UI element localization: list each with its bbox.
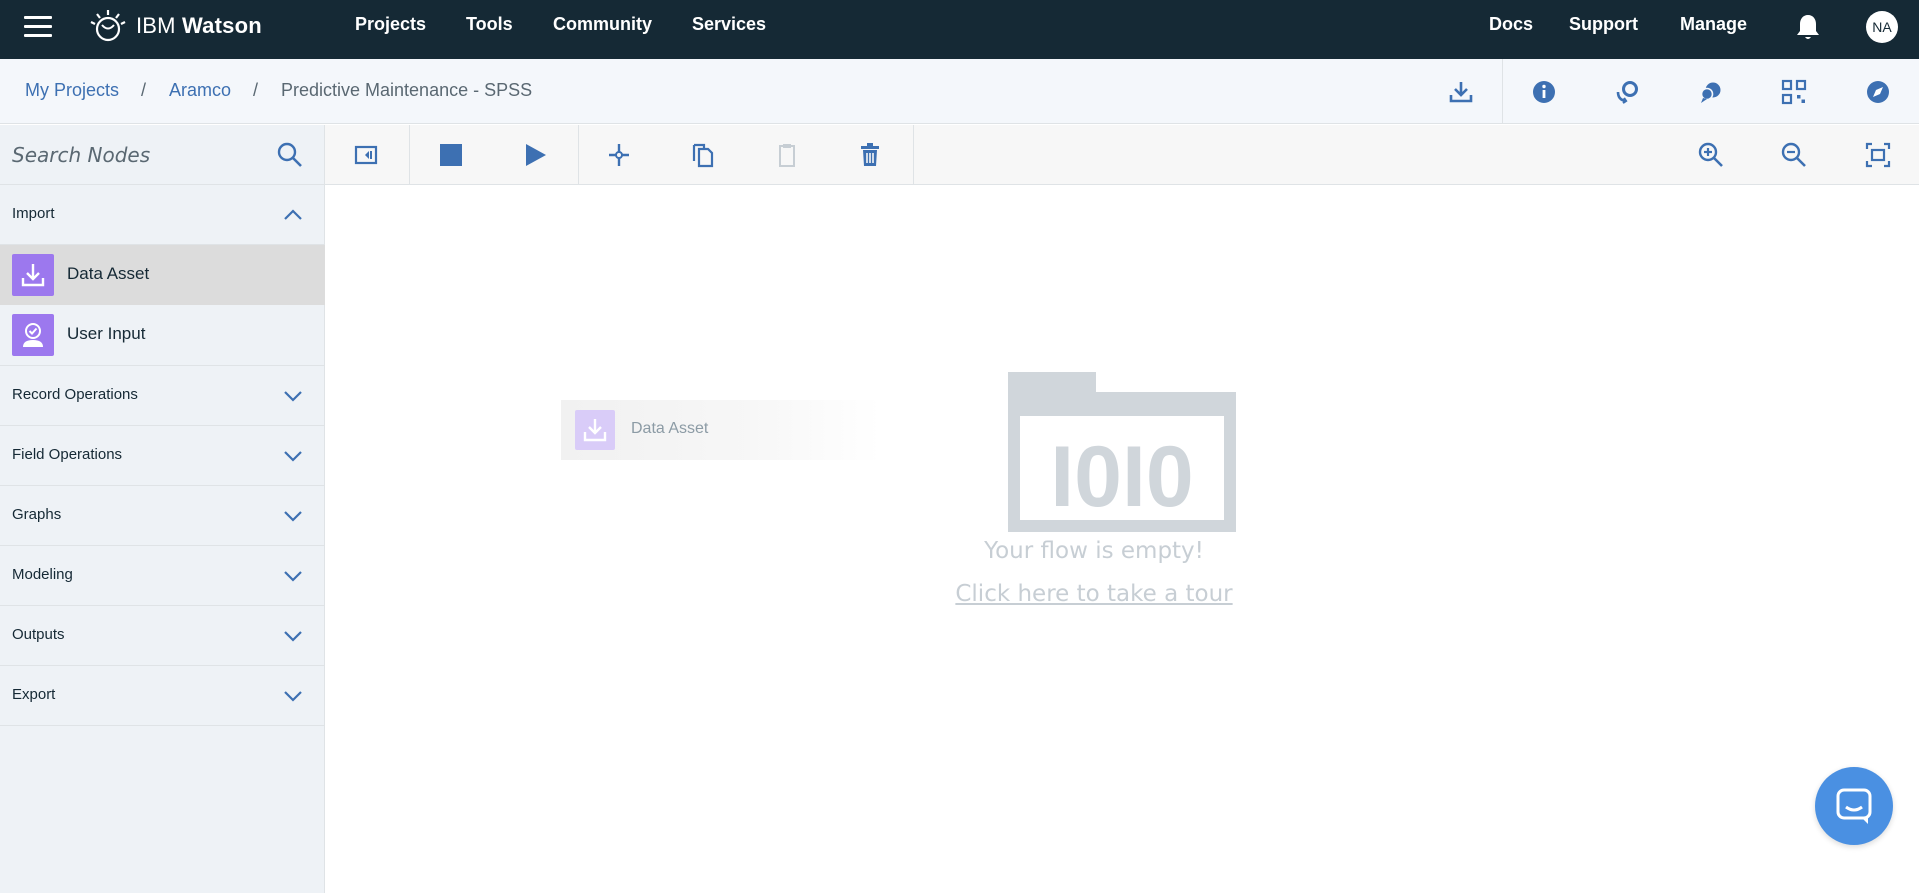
- node-label: User Input: [67, 324, 146, 343]
- zoom-in-icon[interactable]: [1697, 141, 1725, 169]
- user-avatar[interactable]: NA: [1866, 11, 1898, 43]
- download-icon[interactable]: [1447, 78, 1475, 106]
- category-field-operations[interactable]: Field Operations: [0, 426, 325, 486]
- nav-projects[interactable]: Projects: [355, 14, 426, 35]
- category-label: Outputs: [12, 626, 65, 643]
- nav-docs[interactable]: Docs: [1489, 14, 1533, 35]
- model-search-icon[interactable]: [1614, 78, 1642, 106]
- category-record-operations[interactable]: Record Operations: [0, 366, 325, 426]
- ghost-node-label: Data Asset: [631, 420, 709, 437]
- breadcrumb-separator: /: [253, 80, 259, 100]
- toolbar-separator: [913, 125, 914, 185]
- nav-community[interactable]: Community: [553, 14, 652, 35]
- nav-services[interactable]: Services: [692, 14, 766, 35]
- category-label: Export: [12, 686, 56, 703]
- search-nodes-input[interactable]: [12, 137, 262, 173]
- compass-icon[interactable]: [1864, 78, 1892, 106]
- chevron-down-icon: [284, 451, 302, 462]
- import-download-icon: [575, 410, 615, 450]
- watson-logo-icon: [90, 10, 126, 42]
- chat-launcher-button[interactable]: [1815, 767, 1893, 845]
- import-download-icon: [12, 254, 54, 296]
- canvas-toolbar: [325, 125, 1919, 185]
- category-label: Import: [12, 205, 55, 222]
- search-nodes-bar: [0, 125, 325, 185]
- nav-support[interactable]: Support: [1569, 14, 1638, 35]
- brand-text: IBM Watson: [136, 13, 262, 39]
- comments-icon[interactable]: [1697, 78, 1725, 106]
- paste-icon-disabled[interactable]: [773, 141, 801, 169]
- chat-icon: [1836, 788, 1872, 824]
- chevron-down-icon: [284, 691, 302, 702]
- chevron-down-icon: [284, 631, 302, 642]
- info-icon[interactable]: [1530, 78, 1558, 106]
- empty-flow-message: Your flow is empty!: [984, 538, 1204, 564]
- category-outputs[interactable]: Outputs: [0, 606, 325, 666]
- chevron-up-icon: [284, 209, 302, 220]
- chevron-down-icon: [284, 391, 302, 402]
- brand-name: Watson: [182, 13, 262, 38]
- toggle-palette-icon[interactable]: [352, 141, 380, 169]
- breadcrumb-bar: My Projects / Aramco / Predictive Mainte…: [0, 59, 1919, 124]
- chevron-down-icon: [284, 511, 302, 522]
- delete-trash-icon[interactable]: [856, 141, 884, 169]
- breadcrumb-current-flow: Predictive Maintenance - SPSS: [281, 80, 533, 100]
- category-label: Modeling: [12, 566, 73, 583]
- empty-graphic-text: I0I0: [1050, 429, 1193, 525]
- node-data-asset[interactable]: Data Asset: [0, 245, 325, 305]
- cut-scissors-icon[interactable]: [605, 141, 633, 169]
- toolbar-separator: [578, 125, 579, 185]
- copy-icon[interactable]: [689, 141, 717, 169]
- category-graphs[interactable]: Graphs: [0, 486, 325, 546]
- settings-grid-icon[interactable]: [1780, 78, 1808, 106]
- take-tour-link[interactable]: Click here to take a tour: [297, 581, 1891, 607]
- node-palette: Import Data Asset User Input Record Oper…: [0, 125, 325, 893]
- dragged-node-ghost[interactable]: Data Asset: [561, 400, 881, 460]
- top-nav: IBM Watson Projects Tools Community Serv…: [0, 0, 1919, 59]
- toolbar-divider: [1502, 59, 1503, 124]
- node-user-input[interactable]: User Input: [0, 305, 325, 365]
- category-modeling[interactable]: Modeling: [0, 546, 325, 606]
- user-input-icon: [12, 314, 54, 356]
- category-label: Graphs: [12, 506, 62, 523]
- zoom-out-icon[interactable]: [1780, 141, 1808, 169]
- hamburger-menu-icon[interactable]: [24, 16, 52, 40]
- flow-canvas[interactable]: Data Asset I0I0 Your flow is empty! Clic…: [325, 185, 1919, 893]
- breadcrumb-separator: /: [141, 80, 147, 100]
- category-import[interactable]: Import: [0, 185, 325, 245]
- category-export[interactable]: Export: [0, 666, 325, 726]
- category-label: Field Operations: [12, 446, 123, 463]
- brand-prefix: IBM: [136, 13, 183, 38]
- toolbar-separator: [409, 125, 410, 185]
- fit-to-screen-icon[interactable]: [1864, 141, 1892, 169]
- nav-manage[interactable]: Manage: [1680, 14, 1747, 35]
- empty-folder-icon: I0I0: [1008, 372, 1236, 532]
- run-play-icon[interactable]: [521, 141, 549, 169]
- stop-icon[interactable]: [437, 141, 465, 169]
- nav-tools[interactable]: Tools: [466, 14, 513, 35]
- breadcrumb-aramco[interactable]: Aramco: [169, 80, 231, 101]
- node-label: Data Asset: [67, 264, 150, 283]
- notifications-bell-icon[interactable]: [1795, 13, 1821, 41]
- ibm-watson-logo[interactable]: IBM Watson: [88, 8, 262, 44]
- breadcrumb-my-projects[interactable]: My Projects: [25, 80, 119, 101]
- search-icon[interactable]: [276, 141, 304, 169]
- category-label: Record Operations: [12, 386, 138, 403]
